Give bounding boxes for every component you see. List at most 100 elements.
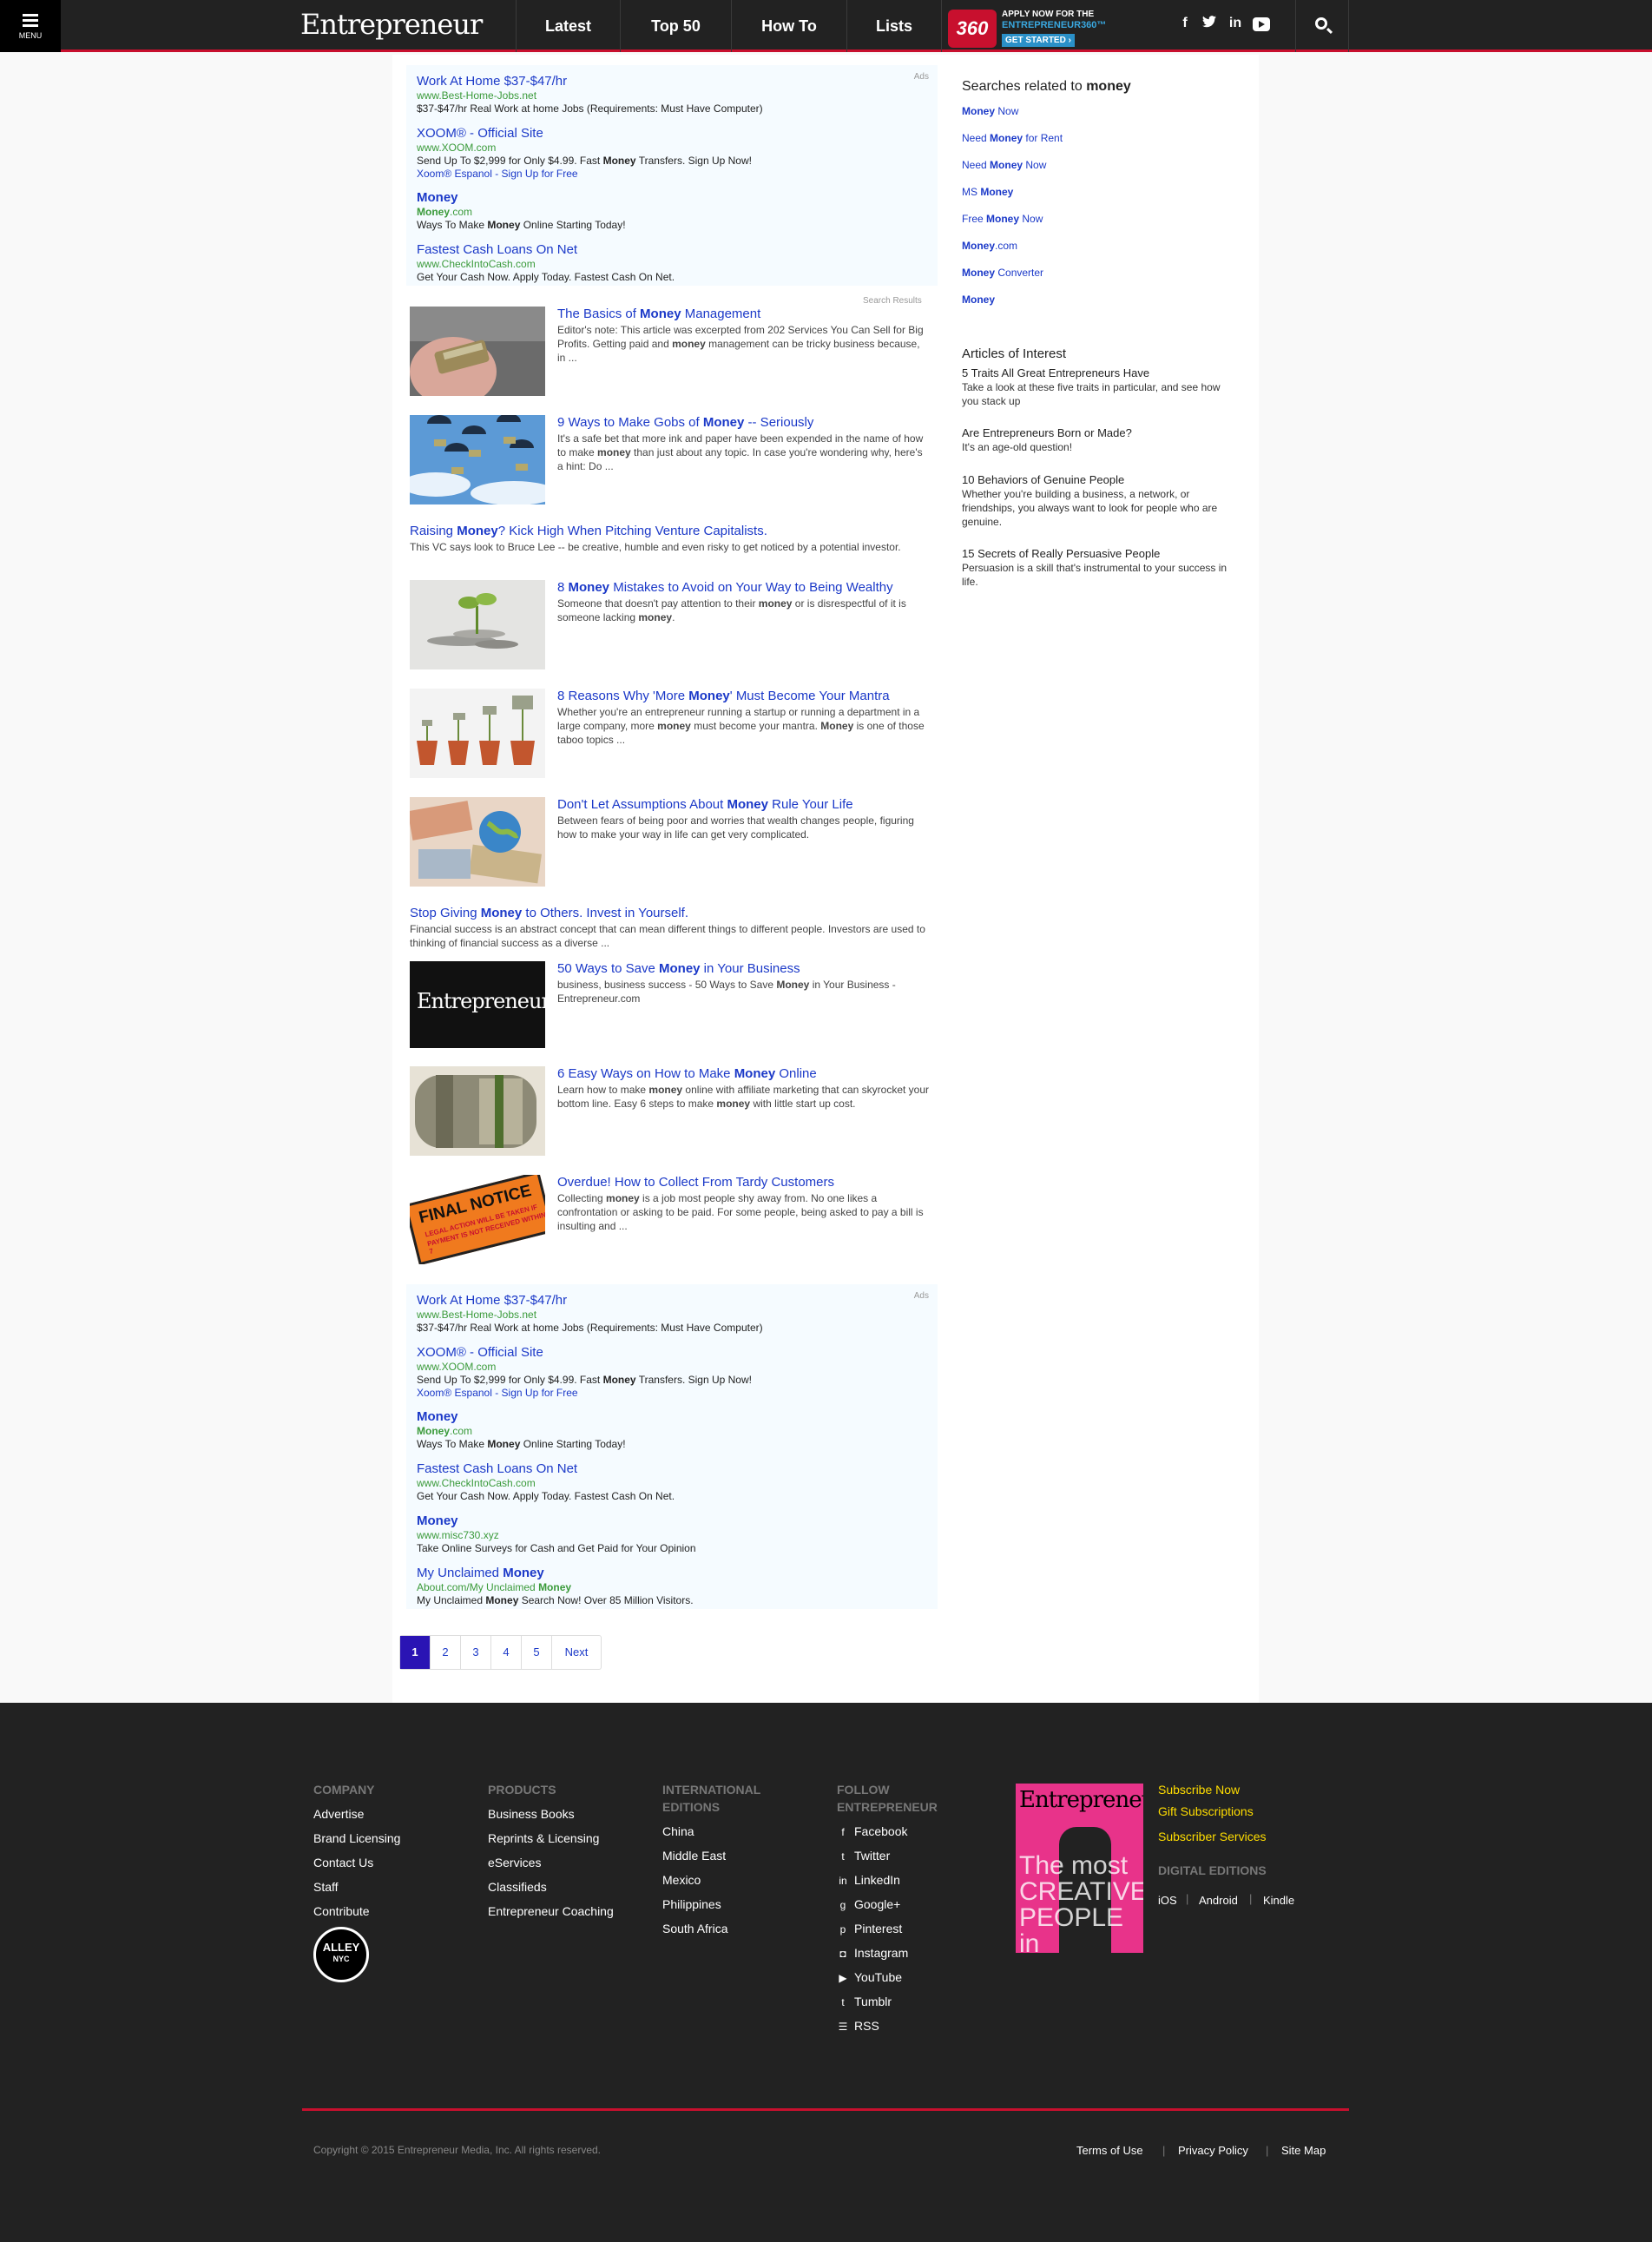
page-5-button[interactable]: 5 [522, 1636, 552, 1669]
footer-social-tumblr[interactable]: t Tumblr [837, 1993, 892, 2011]
ad-url[interactable]: www.XOOM.com [417, 142, 927, 154]
article-title[interactable]: 5 Traits All Great Entrepreneurs Have [962, 366, 1231, 380]
privacy-policy-link[interactable]: Privacy Policy [1178, 2144, 1248, 2157]
ad-url[interactable]: www.CheckIntoCash.com [417, 1477, 927, 1489]
page-4-button[interactable]: 4 [491, 1636, 522, 1669]
ad-title[interactable]: My Unclaimed Money [417, 1566, 927, 1581]
article-title[interactable]: Are Entrepreneurs Born or Made? [962, 426, 1231, 440]
ad-url[interactable]: www.misc730.xyz [417, 1529, 927, 1541]
menu-button[interactable]: MENU [0, 0, 61, 52]
alley-nyc-badge[interactable]: ALLEY NYC [313, 1927, 369, 1982]
ad-title[interactable]: Money [417, 1513, 927, 1529]
footer-social-twitter[interactable]: t Twitter [837, 1847, 890, 1865]
search-button[interactable] [1295, 0, 1349, 52]
result-thumbnail[interactable] [410, 689, 545, 778]
related-search-link[interactable]: Money.com [962, 240, 1017, 252]
related-search-link[interactable]: Need Money for Rent [962, 132, 1063, 144]
related-search-link[interactable]: Money [962, 293, 995, 306]
digital-android-link[interactable]: Android [1199, 1892, 1238, 1909]
result-title[interactable]: Overdue! How to Collect From Tardy Custo… [557, 1175, 931, 1190]
footer-link[interactable]: Reprints & Licensing [488, 1830, 599, 1847]
footer-link[interactable]: South Africa [662, 1920, 728, 1937]
page-2-button[interactable]: 2 [431, 1636, 461, 1669]
ad-url[interactable]: Money.com [417, 1425, 927, 1437]
footer-link[interactable]: China [662, 1823, 694, 1840]
digital-ios-link[interactable]: iOS [1158, 1892, 1177, 1909]
result-title[interactable]: 8 Reasons Why 'More Money' Must Become Y… [557, 689, 931, 704]
promo-cta[interactable]: GET STARTED › [1002, 34, 1075, 47]
ad-title[interactable]: Work At Home $37-$47/hr [417, 1293, 927, 1309]
result-title[interactable]: Raising Money? Kick High When Pitching V… [410, 524, 931, 539]
result-title[interactable]: 9 Ways to Make Gobs of Money -- Seriousl… [557, 415, 931, 431]
nav-top-50[interactable]: Top 50 [620, 0, 731, 52]
related-search-link[interactable]: Money Converter [962, 267, 1043, 279]
footer-link[interactable]: Mexico [662, 1871, 701, 1889]
subscribe-now-link[interactable]: Subscribe Now [1158, 1781, 1240, 1798]
footer-link[interactable]: Staff [313, 1878, 339, 1896]
footer-social-rss[interactable]: ☰ RSS [837, 2017, 879, 2035]
ad-title[interactable]: XOOM® - Official Site [417, 1345, 927, 1361]
ad-sitelinks[interactable]: Xoom® Espanol - Sign Up for Free [417, 168, 927, 180]
footer-social-pinterest[interactable]: p Pinterest [837, 1920, 903, 1938]
related-search-link[interactable]: MS Money [962, 186, 1013, 198]
ad-title[interactable]: XOOM® - Official Site [417, 126, 927, 142]
footer-social-googleplus[interactable]: g Google+ [837, 1896, 901, 1914]
nav-how-to[interactable]: How To [731, 0, 846, 52]
entrepreneur360-promo[interactable]: 360 APPLY NOW FOR THE ENTREPRENEUR360™ G… [948, 10, 1122, 48]
next-page-button[interactable]: Next [552, 1636, 601, 1669]
result-title[interactable]: 8 Money Mistakes to Avoid on Your Way to… [557, 580, 931, 596]
result-thumbnail[interactable]: FINAL NOTICE LEGAL ACTION WILL BE TAKEN … [410, 1175, 545, 1264]
ad-url[interactable]: Money.com [417, 206, 927, 218]
gift-subscriptions-link[interactable]: Gift Subscriptions [1158, 1803, 1254, 1820]
related-search-link[interactable]: Money Now [962, 105, 1018, 117]
footer-social-youtube[interactable]: ▶ YouTube [837, 1968, 902, 1987]
footer-link[interactable]: Middle East [662, 1847, 726, 1864]
result-thumbnail[interactable] [410, 1066, 545, 1156]
ad-url[interactable]: www.Best-Home-Jobs.net [417, 1309, 927, 1321]
article-title[interactable]: 15 Secrets of Really Persuasive People [962, 547, 1231, 561]
related-search-link[interactable]: Need Money Now [962, 159, 1046, 171]
result-title[interactable]: The Basics of Money Management [557, 307, 931, 322]
ad-url[interactable]: www.Best-Home-Jobs.net [417, 89, 927, 102]
footer-link[interactable]: eServices [488, 1854, 541, 1871]
result-thumbnail[interactable] [410, 797, 545, 887]
linkedin-icon[interactable]: in [1226, 16, 1245, 35]
footer-link[interactable]: Contribute [313, 1902, 370, 1920]
result-title[interactable]: 6 Easy Ways on How to Make Money Online [557, 1066, 931, 1082]
site-logo[interactable]: Entrepreneur [300, 8, 483, 41]
footer-link[interactable]: Contact Us [313, 1854, 373, 1871]
footer-social-instagram[interactable]: ◘ Instagram [837, 1944, 908, 1962]
ad-title[interactable]: Fastest Cash Loans On Net [417, 1461, 927, 1477]
digital-kindle-link[interactable]: Kindle [1263, 1892, 1294, 1909]
footer-link[interactable]: Classifieds [488, 1878, 547, 1896]
ad-url[interactable]: www.CheckIntoCash.com [417, 258, 927, 270]
footer-social-facebook[interactable]: f Facebook [837, 1823, 907, 1841]
result-title[interactable]: Don't Let Assumptions About Money Rule Y… [557, 797, 931, 813]
ad-sitelinks[interactable]: Xoom® Espanol - Sign Up for Free [417, 1387, 927, 1399]
page-1-button[interactable]: 1 [400, 1636, 431, 1669]
result-thumbnail[interactable] [410, 307, 545, 396]
ad-title[interactable]: Fastest Cash Loans On Net [417, 242, 927, 258]
page-3-button[interactable]: 3 [461, 1636, 491, 1669]
result-title[interactable]: Stop Giving Money to Others. Invest in Y… [410, 906, 931, 921]
related-search-link[interactable]: Free Money Now [962, 213, 1043, 225]
twitter-icon[interactable] [1200, 16, 1219, 35]
footer-link[interactable]: Advertise [313, 1805, 364, 1823]
footer-link[interactable]: Entrepreneur Coaching [488, 1902, 614, 1920]
result-title[interactable]: 50 Ways to Save Money in Your Business [557, 961, 931, 977]
nav-lists[interactable]: Lists [846, 0, 942, 52]
youtube-icon[interactable] [1252, 16, 1271, 35]
facebook-icon[interactable]: f [1175, 16, 1195, 35]
footer-link[interactable]: Philippines [662, 1896, 721, 1913]
footer-link[interactable]: Business Books [488, 1805, 575, 1823]
magazine-cover[interactable]: Entrepreneur The most CREATIVE PEOPLE in… [1016, 1784, 1143, 1953]
nav-latest[interactable]: Latest [516, 0, 620, 52]
subscriber-services-link[interactable]: Subscriber Services [1158, 1828, 1267, 1845]
article-title[interactable]: 10 Behaviors of Genuine People [962, 473, 1231, 487]
ad-url[interactable]: www.XOOM.com [417, 1361, 927, 1373]
terms-of-use-link[interactable]: Terms of Use [1076, 2144, 1143, 2157]
footer-social-linkedin[interactable]: in LinkedIn [837, 1871, 900, 1889]
result-thumbnail[interactable] [410, 415, 545, 504]
footer-link[interactable]: Brand Licensing [313, 1830, 400, 1847]
ad-url[interactable]: About.com/My Unclaimed Money [417, 1581, 927, 1593]
